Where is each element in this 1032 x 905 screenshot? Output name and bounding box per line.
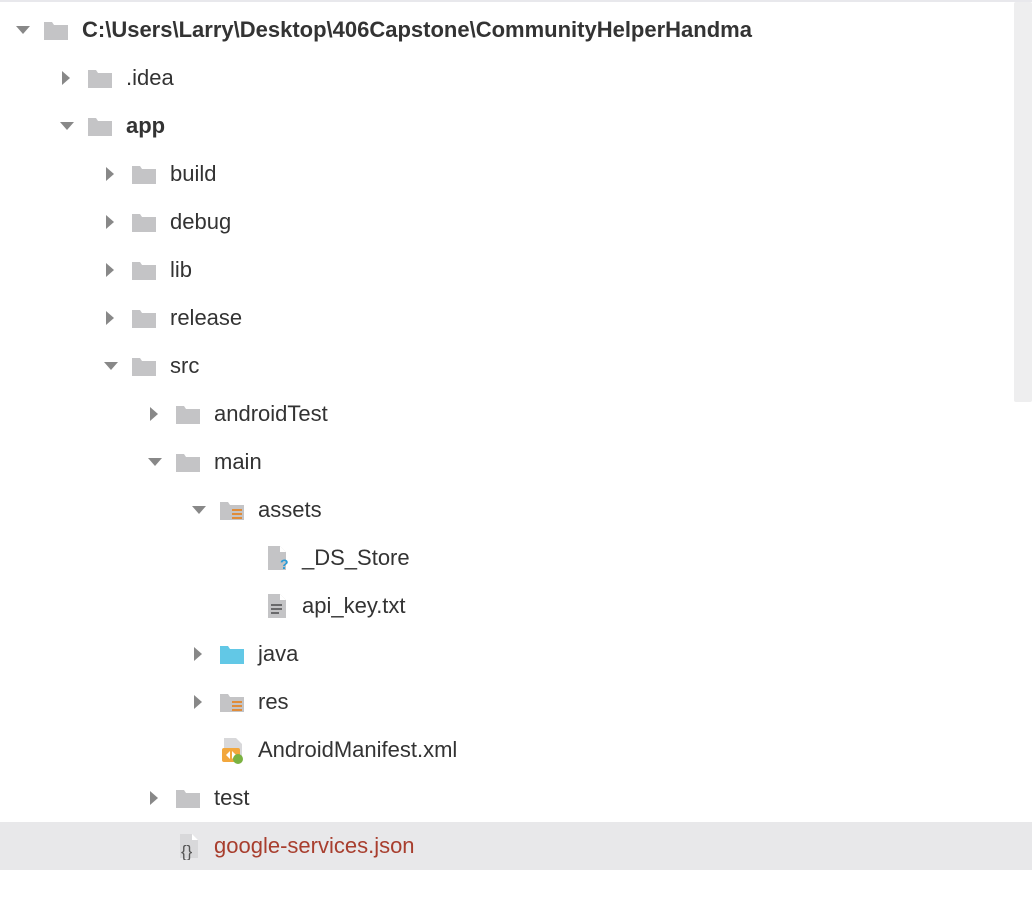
project-tree: C:\Users\Larry\Desktop\406Capstone\Commu… xyxy=(0,0,1032,874)
package-folder-icon xyxy=(218,688,246,716)
tree-node-src[interactable]: src xyxy=(0,342,1032,390)
chevron-right-icon[interactable] xyxy=(100,163,122,185)
chevron-down-icon[interactable] xyxy=(144,451,166,473)
tree-label: AndroidManifest.xml xyxy=(254,737,457,763)
tree-node-androidtest[interactable]: androidTest xyxy=(0,390,1032,438)
tree-label: api_key.txt xyxy=(298,593,406,619)
folder-icon xyxy=(174,448,202,476)
tree-label: lib xyxy=(166,257,192,283)
tree-label: .idea xyxy=(122,65,174,91)
chevron-right-icon[interactable] xyxy=(100,211,122,233)
tree-node-dsstore[interactable]: _DS_Store xyxy=(0,534,1032,582)
text-file-icon xyxy=(262,592,290,620)
tree-label: main xyxy=(210,449,262,475)
chevron-right-icon[interactable] xyxy=(56,67,78,89)
tree-label: assets xyxy=(254,497,322,523)
chevron-down-icon[interactable] xyxy=(188,499,210,521)
tree-node-release[interactable]: release xyxy=(0,294,1032,342)
tree-node-debug[interactable]: debug xyxy=(0,198,1032,246)
tree-label: google-services.json xyxy=(210,833,415,859)
folder-icon xyxy=(174,400,202,428)
tree-node-app[interactable]: app xyxy=(0,102,1032,150)
tree-label: src xyxy=(166,353,199,379)
tree-node-java[interactable]: java xyxy=(0,630,1032,678)
tree-node-apikey[interactable]: api_key.txt xyxy=(0,582,1032,630)
folder-icon xyxy=(86,64,114,92)
scrollbar-thumb[interactable] xyxy=(1014,2,1032,402)
tree-node-root[interactable]: C:\Users\Larry\Desktop\406Capstone\Commu… xyxy=(0,6,1032,54)
folder-icon xyxy=(130,256,158,284)
folder-icon xyxy=(130,160,158,188)
json-file-icon xyxy=(174,832,202,860)
tree-label: java xyxy=(254,641,298,667)
chevron-down-icon[interactable] xyxy=(56,115,78,137)
manifest-file-icon xyxy=(218,736,246,764)
folder-icon xyxy=(86,112,114,140)
folder-icon xyxy=(130,208,158,236)
tree-node-idea[interactable]: .idea xyxy=(0,54,1032,102)
source-folder-icon xyxy=(218,640,246,668)
folder-icon xyxy=(130,304,158,332)
vertical-scrollbar[interactable] xyxy=(1014,2,1032,905)
tree-node-lib[interactable]: lib xyxy=(0,246,1032,294)
tree-label: androidTest xyxy=(210,401,328,427)
tree-node-build[interactable]: build xyxy=(0,150,1032,198)
chevron-right-icon[interactable] xyxy=(188,643,210,665)
folder-icon xyxy=(130,352,158,380)
tree-label: _DS_Store xyxy=(298,545,410,571)
tree-node-google-services[interactable]: google-services.json xyxy=(0,822,1032,870)
tree-label: debug xyxy=(166,209,231,235)
package-folder-icon xyxy=(218,496,246,524)
tree-node-manifest[interactable]: AndroidManifest.xml xyxy=(0,726,1032,774)
chevron-down-icon[interactable] xyxy=(100,355,122,377)
tree-node-assets[interactable]: assets xyxy=(0,486,1032,534)
unknown-file-icon xyxy=(262,544,290,572)
chevron-right-icon[interactable] xyxy=(144,787,166,809)
tree-label: res xyxy=(254,689,289,715)
chevron-right-icon[interactable] xyxy=(100,307,122,329)
tree-node-test[interactable]: test xyxy=(0,774,1032,822)
folder-icon xyxy=(174,784,202,812)
tree-label: C:\Users\Larry\Desktop\406Capstone\Commu… xyxy=(78,17,752,43)
folder-icon xyxy=(42,16,70,44)
tree-node-res[interactable]: res xyxy=(0,678,1032,726)
chevron-right-icon[interactable] xyxy=(144,403,166,425)
tree-label: test xyxy=(210,785,249,811)
tree-label: app xyxy=(122,113,165,139)
tree-node-main[interactable]: main xyxy=(0,438,1032,486)
chevron-down-icon[interactable] xyxy=(12,19,34,41)
chevron-right-icon[interactable] xyxy=(188,691,210,713)
tree-label: build xyxy=(166,161,216,187)
tree-label: release xyxy=(166,305,242,331)
chevron-right-icon[interactable] xyxy=(100,259,122,281)
